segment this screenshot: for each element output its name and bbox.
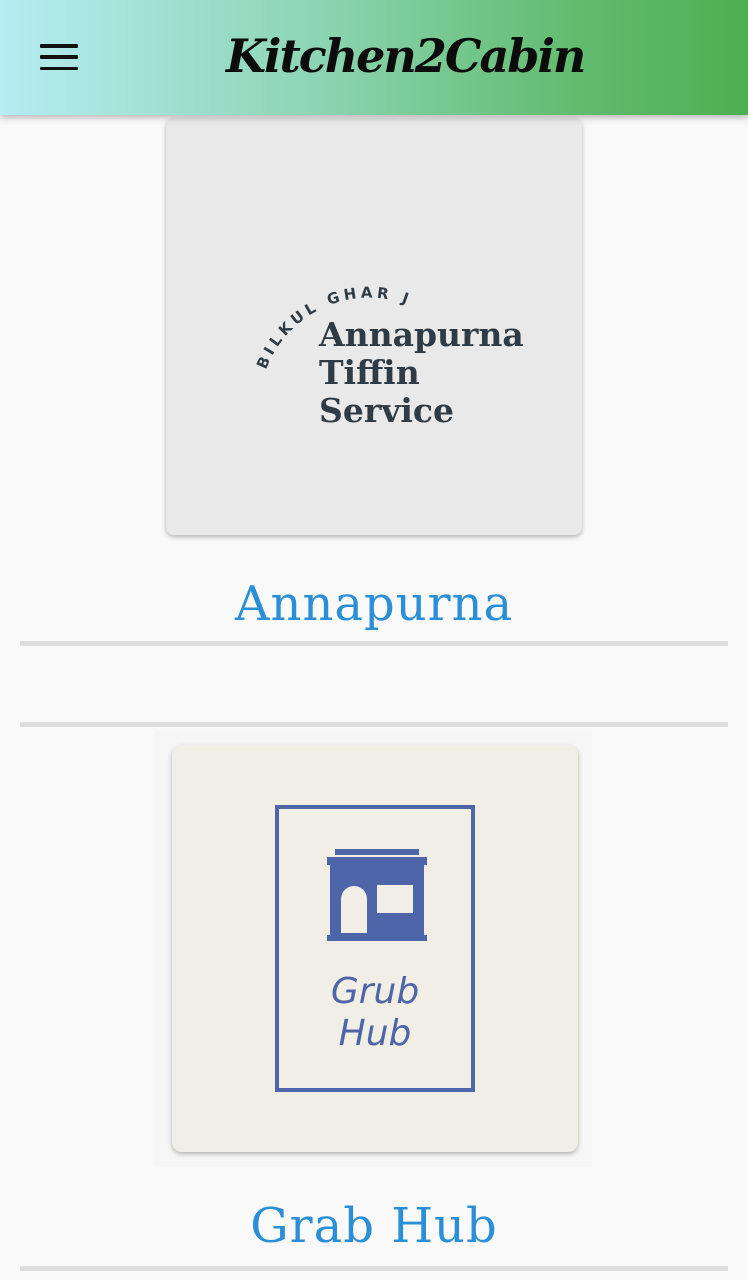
- logo-line-annapurna: Annapurna: [319, 315, 524, 354]
- logo-frame: Grub Hub: [275, 805, 475, 1092]
- annapurna-logo-card[interactable]: BILKUL GHAR JAISA! Annapurna Tiffin Serv…: [166, 118, 582, 535]
- menu-button[interactable]: [30, 34, 88, 80]
- hamburger-menu-icon: [40, 44, 78, 70]
- divider: [20, 1266, 728, 1271]
- app-title: Kitchen2Cabin: [226, 29, 586, 83]
- logo-line-service: Service: [319, 391, 455, 430]
- item-label-annapurna[interactable]: Annapurna: [20, 576, 728, 632]
- grubhub-logo-text: Grub Hub: [279, 971, 471, 1055]
- grubhub-logo-card[interactable]: Grub Hub: [172, 745, 578, 1152]
- app-bar: Kitchen2Cabin: [0, 0, 748, 115]
- divider: [20, 641, 728, 646]
- logo-line-grub: Grub: [330, 971, 420, 1012]
- tiffin-logo-text: Annapurna Tiffin Service: [319, 316, 524, 430]
- storefront-icon: [327, 849, 427, 941]
- logo-line-hub: Hub: [338, 1013, 412, 1054]
- divider: [20, 722, 728, 727]
- logo-line-tiffin: Tiffin: [319, 353, 420, 392]
- item-label-grab-hub[interactable]: Grab Hub: [20, 1198, 728, 1254]
